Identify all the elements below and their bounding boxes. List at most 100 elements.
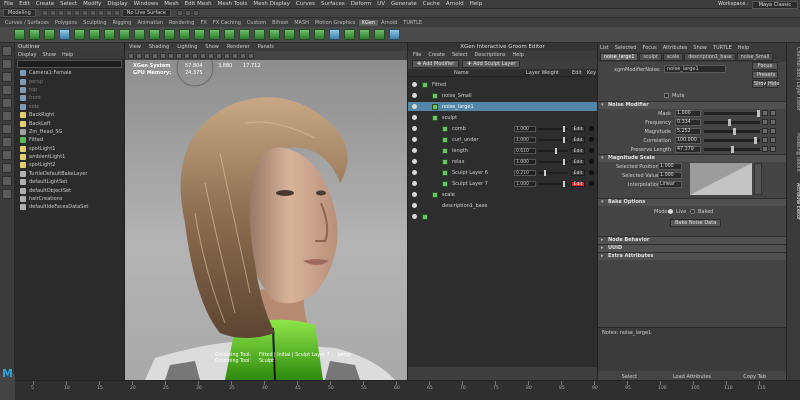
shadows-icon[interactable]: [216, 52, 222, 59]
slider-knob[interactable]: [563, 137, 566, 143]
xgen-menu-select[interactable]: Select: [452, 52, 467, 58]
node-tab[interactable]: noise_large1: [600, 53, 639, 61]
slider-knob[interactable]: [543, 170, 546, 176]
copy-tab-button[interactable]: Copy Tab: [723, 374, 786, 380]
four-view-layout-icon[interactable]: [2, 150, 12, 160]
outliner-menu-help[interactable]: Help: [62, 52, 73, 58]
shelf-tab-rendering[interactable]: Rendering: [166, 20, 198, 26]
side-tab-modeling-toolkit[interactable]: Modeling Toolkit: [788, 133, 800, 172]
xgen-place-brush-icon[interactable]: [134, 29, 145, 40]
xgen-clump-brush-icon[interactable]: [224, 29, 235, 40]
rotate-tool-icon[interactable]: [2, 98, 12, 108]
viewport-menu-view[interactable]: View: [129, 44, 141, 50]
menu-item-select[interactable]: Select: [60, 1, 77, 7]
layer-weight-slider[interactable]: [538, 137, 568, 143]
select-by-object-icon[interactable]: [81, 10, 88, 16]
persp-graph-layout-icon[interactable]: [2, 176, 12, 186]
menu-item-edit-mesh[interactable]: Edit Mesh: [185, 1, 212, 7]
xgen-preview-icon[interactable]: [59, 29, 70, 40]
slider-knob[interactable]: [563, 181, 566, 187]
shelf-tab-xgen[interactable]: XGen: [358, 19, 379, 26]
ipr-render-icon[interactable]: [185, 10, 191, 16]
map-texture-icon[interactable]: [762, 137, 768, 143]
xgen-density-brush-icon[interactable]: [344, 29, 355, 40]
bake-options-section[interactable]: Bake Options: [598, 198, 786, 206]
outliner-item[interactable]: front: [15, 94, 124, 102]
xgen-row[interactable]: relax 1.000 Edit: [408, 157, 597, 166]
attribute-slider[interactable]: [704, 128, 760, 135]
edit-layer-button[interactable]: Edit: [571, 158, 585, 165]
menu-item-curves[interactable]: Curves: [296, 1, 315, 7]
layer-weight-field[interactable]: 1.000: [514, 136, 536, 143]
bookmark-icon[interactable]: [144, 52, 150, 59]
xgen-row[interactable]: Sculpt Layer 7 1.000 Edit: [408, 179, 597, 188]
attribute-value-field[interactable]: 100.000: [675, 137, 701, 144]
outliner-item[interactable]: spotLight2: [15, 161, 124, 169]
menu-item-cache[interactable]: Cache: [423, 1, 440, 7]
xgen-row[interactable]: scale: [408, 190, 597, 199]
xgen-row[interactable]: Fitted: [408, 80, 597, 89]
key-icon[interactable]: [589, 181, 594, 186]
menu-item-mesh-tools[interactable]: Mesh Tools: [218, 1, 248, 7]
select-button[interactable]: Select: [598, 374, 661, 380]
visibility-eye-icon[interactable]: [412, 159, 417, 164]
outliner-item[interactable]: TurtleDefaultBakeLayer: [15, 170, 124, 178]
visibility-eye-icon[interactable]: [412, 82, 417, 87]
xgen-mask-brush-icon[interactable]: [359, 29, 370, 40]
menu-item-generate[interactable]: Generate: [391, 1, 417, 7]
save-scene-icon[interactable]: [49, 10, 56, 16]
outliner-item[interactable]: side: [15, 103, 124, 111]
edit-layer-button[interactable]: Edit: [571, 180, 585, 187]
layer-weight-field[interactable]: 1.000: [514, 180, 536, 187]
xgen-curl-brush-icon[interactable]: [284, 29, 295, 40]
visibility-eye-icon[interactable]: [412, 104, 417, 109]
viewport-menu-shading[interactable]: Shading: [149, 44, 169, 50]
outliner-item[interactable]: spotLight1: [15, 145, 124, 153]
outliner-item[interactable]: BackLeft: [15, 119, 124, 127]
mute-checkbox[interactable]: [664, 93, 669, 98]
paint-brush-icon[interactable]: [770, 128, 776, 134]
layer-weight-slider[interactable]: [538, 126, 568, 132]
viewport-menu-renderer[interactable]: Renderer: [227, 44, 250, 50]
xgen-create-description-icon[interactable]: [14, 29, 25, 40]
perspective-viewport[interactable]: View Shading Lighting Show Renderer Panels XG…: [125, 43, 407, 380]
visibility-eye-icon[interactable]: [412, 214, 417, 219]
outliner-item[interactable]: defaultObjectSet: [15, 186, 124, 194]
edit-layer-button[interactable]: Edit: [571, 125, 585, 132]
shelf-tab-arnold[interactable]: Arnold: [378, 20, 400, 26]
xgen-menu-help[interactable]: Help: [513, 52, 524, 58]
outliner-item[interactable]: Camera1:Female: [15, 69, 124, 77]
visibility-eye-icon[interactable]: [412, 203, 417, 208]
attribute-slider[interactable]: [704, 110, 760, 117]
shelf-tab-polygons[interactable]: Polygons: [52, 20, 80, 26]
camera-attributes-icon[interactable]: [136, 52, 142, 59]
xgen-row[interactable]: comb 1.000 Edit: [408, 124, 597, 133]
menu-item-display[interactable]: Display: [107, 1, 127, 7]
shelf-tab-curves-surfaces[interactable]: Curves / Surfaces: [2, 20, 52, 26]
menu-item-mesh-display[interactable]: Mesh Display: [253, 1, 290, 7]
xgen-row[interactable]: sculpt: [408, 113, 597, 122]
edit-layer-button[interactable]: Edit: [571, 136, 585, 143]
presets-button[interactable]: Presets: [752, 71, 778, 79]
snap-grid-icon[interactable]: [97, 10, 104, 16]
xgen-menu-file[interactable]: File: [413, 52, 421, 58]
outliner-menu-display[interactable]: Display: [18, 52, 36, 58]
selected-position-field[interactable]: 1.000: [658, 163, 682, 170]
xgen-add-guide-icon[interactable]: [89, 29, 100, 40]
xgen-freeze-brush-icon[interactable]: [314, 29, 325, 40]
add-modifier-button[interactable]: ✚ Add Modifier: [412, 60, 460, 68]
side-tab-channel-box[interactable]: Channel Box / Layer Editor: [788, 47, 800, 111]
layer-weight-field[interactable]: 1.000: [514, 158, 536, 165]
ramp-graph[interactable]: [690, 163, 752, 195]
edit-layer-button[interactable]: Edit: [571, 147, 585, 154]
xgen-width-brush-icon[interactable]: [209, 29, 220, 40]
visibility-eye-icon[interactable]: [412, 93, 417, 98]
attribute-value-field[interactable]: 47.370: [675, 146, 701, 153]
show-button[interactable]: Show: [752, 80, 768, 88]
node-tab[interactable]: description1_base: [684, 53, 736, 61]
shelf-tab-bifrost[interactable]: Bifrost: [269, 20, 291, 26]
lights-icon[interactable]: [208, 52, 214, 59]
xgen-guide-icon[interactable]: [74, 29, 85, 40]
wireframe-icon[interactable]: [184, 52, 190, 59]
menu-item-modify[interactable]: Modify: [83, 1, 101, 7]
